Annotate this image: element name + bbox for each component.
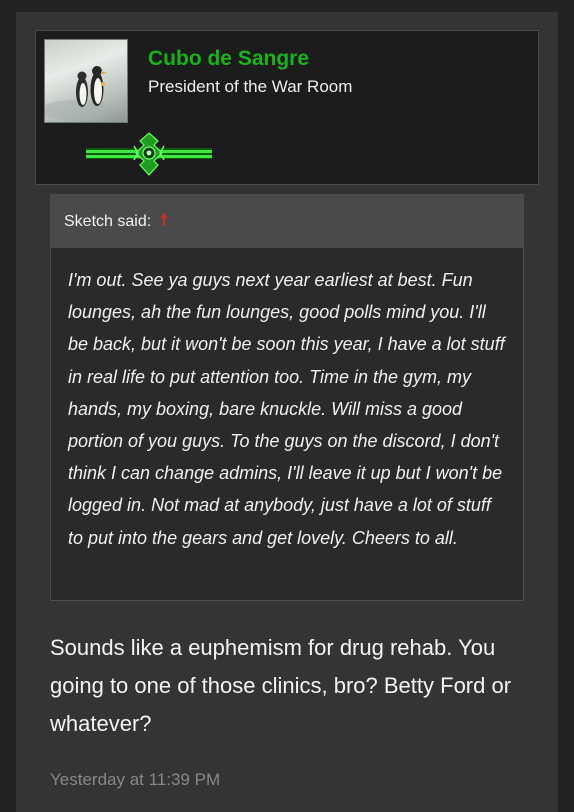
green-emblem-banner bbox=[86, 131, 212, 182]
user-title: President of the War Room bbox=[148, 77, 353, 96]
user-card: Cubo de Sangre President of the War Room bbox=[35, 30, 539, 185]
penguins-avatar[interactable] bbox=[44, 39, 128, 123]
username[interactable]: Cubo de Sangre bbox=[148, 47, 309, 71]
up-arrow-icon[interactable] bbox=[159, 212, 169, 232]
quote-block: Sketch said: I'm out. See ya guys next y… bbox=[50, 194, 524, 601]
quote-header: Sketch said: bbox=[51, 195, 523, 248]
post-timestamp[interactable]: Yesterday at 11:39 PM bbox=[50, 770, 220, 790]
quote-author[interactable]: Sketch said: bbox=[64, 213, 151, 231]
post-container: Cubo de Sangre President of the War Room… bbox=[16, 12, 558, 812]
post-body: Sounds like a euphemism for drug rehab. … bbox=[50, 635, 512, 736]
quote-text: I'm out. See ya guys next year earliest … bbox=[68, 270, 505, 548]
